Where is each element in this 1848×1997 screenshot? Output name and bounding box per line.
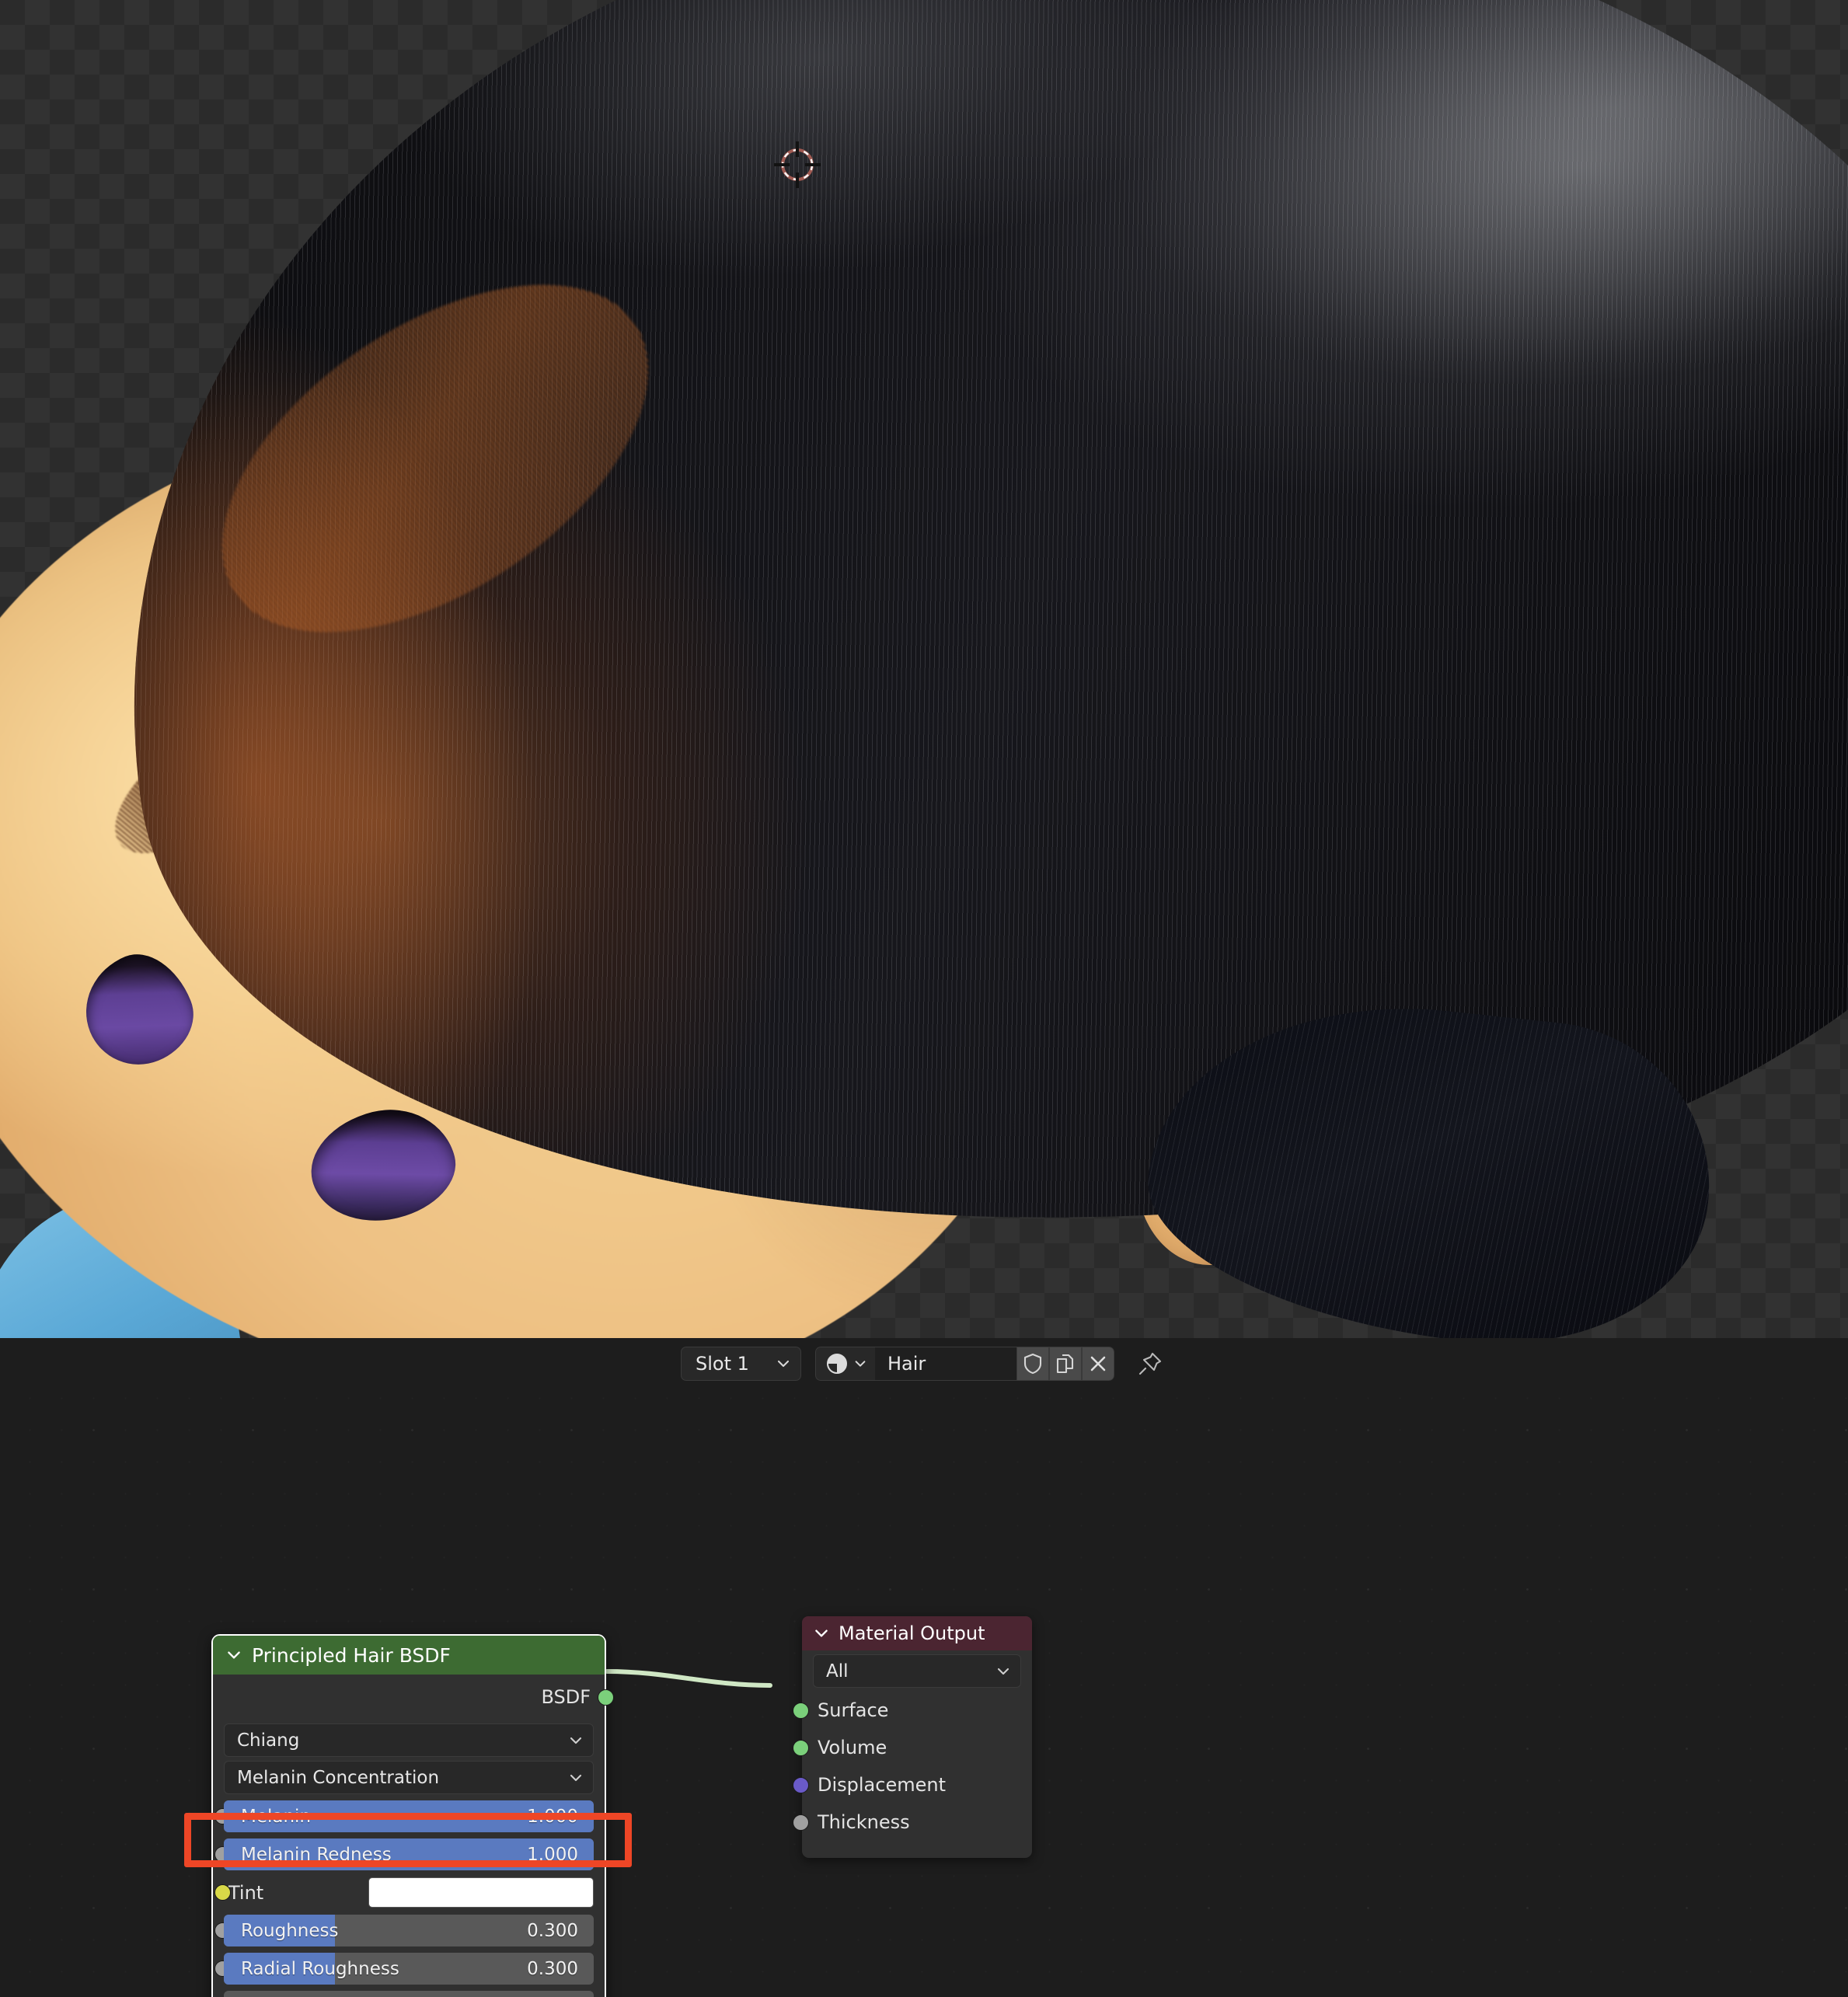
- property-row-coat: Coat 0.000: [224, 1988, 594, 1997]
- property-row-melanin-redness: Melanin Redness 1.000: [214, 1836, 594, 1873]
- material-slot-label: Slot 1: [696, 1352, 749, 1375]
- input-socket-label: Volume: [818, 1737, 887, 1758]
- chevron-down-icon: [855, 1360, 866, 1367]
- parametrization-dropdown-value: Melanin Concentration: [237, 1767, 440, 1788]
- input-socket-displacement[interactable]: Displacement: [793, 1766, 1032, 1804]
- chevron-down-icon: [570, 1774, 582, 1781]
- property-row-melanin: Melanin 1.000: [214, 1798, 594, 1835]
- node-title: Material Output: [839, 1622, 985, 1644]
- socket-dot-bsdf[interactable]: [598, 1689, 614, 1706]
- model-dropdown[interactable]: Chiang: [224, 1723, 594, 1757]
- node-body-principled-hair-bsdf: BSDF Chiang Melanin Concentration Melani…: [211, 1675, 614, 1997]
- node-header-principled-hair-bsdf[interactable]: Principled Hair BSDF: [213, 1636, 605, 1675]
- pin-button[interactable]: [1133, 1347, 1167, 1381]
- output-socket-bsdf[interactable]: BSDF: [213, 1675, 614, 1720]
- 3d-cursor-icon: [774, 141, 821, 188]
- slider-radial-roughness[interactable]: Radial Roughness 0.300: [224, 1953, 594, 1985]
- slider-value: 0.300: [527, 1958, 578, 1979]
- socket-dot-volume[interactable]: [793, 1740, 809, 1756]
- node-title: Principled Hair BSDF: [252, 1643, 451, 1667]
- node-header-material-output[interactable]: Material Output: [802, 1616, 1032, 1650]
- shield-icon: [1023, 1353, 1042, 1374]
- unlink-material-button[interactable]: [1082, 1346, 1114, 1381]
- material-name-input[interactable]: Hair: [875, 1346, 1016, 1381]
- input-socket-thickness[interactable]: Thickness: [793, 1804, 1032, 1841]
- slider-melanin-redness[interactable]: Melanin Redness 1.000: [224, 1838, 594, 1870]
- socket-dot-displacement[interactable]: [793, 1777, 809, 1793]
- slider-label: Radial Roughness: [241, 1958, 399, 1979]
- node-body-material-output: All Surface Volume Displacement Thicknes…: [793, 1654, 1032, 1841]
- input-socket-label: Surface: [818, 1699, 889, 1721]
- input-socket-label: Thickness: [818, 1811, 910, 1833]
- chevron-down-icon[interactable]: [225, 1647, 242, 1664]
- chevron-down-icon: [570, 1737, 582, 1744]
- slider-coat[interactable]: Coat 0.000: [224, 1991, 594, 1997]
- shader-editor-header: Slot 1 Hair: [0, 1338, 1848, 1389]
- node-principled-hair-bsdf[interactable]: Principled Hair BSDF BSDF Chiang Melanin…: [211, 1634, 614, 1997]
- slider-label: Roughness: [241, 1920, 339, 1941]
- input-socket-volume[interactable]: Volume: [793, 1729, 1032, 1766]
- slider-value: 0.300: [527, 1920, 578, 1941]
- chevron-down-icon: [777, 1360, 790, 1367]
- model-dropdown-value: Chiang: [237, 1730, 300, 1751]
- material-sphere-icon: [827, 1353, 847, 1374]
- property-row-roughness: Roughness 0.300: [214, 1912, 594, 1949]
- property-row-radial-roughness: Radial Roughness 0.300: [214, 1950, 594, 1987]
- slider-label: Melanin: [241, 1806, 312, 1827]
- slider-value: 1.000: [527, 1806, 578, 1827]
- blender-window: Slot 1 Hair Principled Hair BSDF BSDF Ch…: [0, 0, 1848, 1997]
- browse-material-button[interactable]: [815, 1346, 875, 1381]
- shader-editor[interactable]: Slot 1 Hair Principled Hair BSDF BSDF Ch…: [0, 1338, 1848, 1997]
- chevron-down-icon[interactable]: [813, 1625, 830, 1642]
- input-socket-label: Displacement: [818, 1774, 946, 1796]
- slider-value: 1.000: [527, 1844, 578, 1865]
- slider-melanin[interactable]: Melanin 1.000: [224, 1800, 594, 1832]
- property-row-tint: Tint: [214, 1874, 594, 1911]
- input-socket-surface[interactable]: Surface: [793, 1692, 1032, 1729]
- target-dropdown[interactable]: All: [813, 1654, 1021, 1688]
- chevron-down-icon: [997, 1668, 1009, 1675]
- material-datablock-group: Hair: [815, 1346, 1114, 1381]
- 3d-viewport[interactable]: [0, 0, 1848, 1338]
- node-material-output[interactable]: Material Output All Surface Volume Displ…: [793, 1616, 1032, 1858]
- parametrization-dropdown[interactable]: Melanin Concentration: [224, 1761, 594, 1794]
- socket-rail: [211, 1713, 213, 1997]
- material-slot-dropdown[interactable]: Slot 1: [681, 1346, 801, 1381]
- tint-color-swatch[interactable]: [368, 1877, 594, 1908]
- new-material-button[interactable]: [1049, 1346, 1082, 1381]
- copy-icon: [1056, 1354, 1074, 1373]
- target-dropdown-value: All: [826, 1661, 849, 1682]
- socket-dot-thickness[interactable]: [793, 1814, 809, 1831]
- output-socket-label: BSDF: [541, 1686, 591, 1708]
- slider-label: Melanin Redness: [241, 1844, 392, 1865]
- socket-dot-surface[interactable]: [793, 1703, 809, 1719]
- slider-roughness[interactable]: Roughness 0.300: [224, 1915, 594, 1946]
- fake-user-button[interactable]: [1016, 1346, 1049, 1381]
- x-icon: [1090, 1356, 1106, 1371]
- socket-dot-tint[interactable]: [214, 1884, 231, 1901]
- pin-icon: [1138, 1352, 1162, 1375]
